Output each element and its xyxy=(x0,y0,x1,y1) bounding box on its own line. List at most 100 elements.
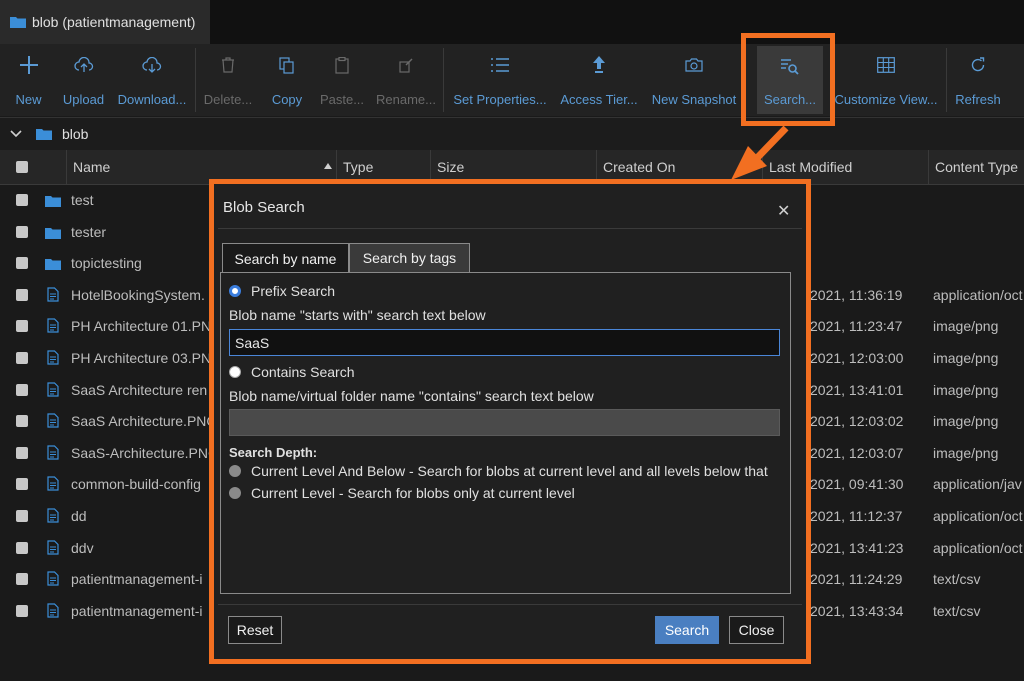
row-checkbox[interactable] xyxy=(16,288,28,301)
dialog-title: Blob Search xyxy=(223,199,305,216)
row-last-modified: 2021, 13:43:34 xyxy=(810,602,904,619)
grid-icon xyxy=(877,57,895,73)
select-all-checkbox[interactable] xyxy=(16,161,28,173)
file-icon xyxy=(47,508,59,523)
paste-button[interactable]: Paste... xyxy=(316,44,368,116)
cloud-upload-icon xyxy=(73,57,93,72)
row-name: SaaS-Architecture.PNG xyxy=(71,444,211,461)
prefix-search-label: Prefix Search xyxy=(251,283,336,299)
row-content-type: application/oct xyxy=(933,539,1023,556)
row-checkbox[interactable] xyxy=(16,383,28,396)
contains-search-radio[interactable] xyxy=(229,366,241,378)
breadcrumb-folder[interactable]: blob xyxy=(62,126,88,142)
contains-search-label: Contains Search xyxy=(251,364,355,380)
tab-search-by-name[interactable]: Search by name xyxy=(222,243,349,273)
row-checkbox[interactable] xyxy=(16,446,28,459)
row-last-modified: 2021, 12:03:07 xyxy=(810,444,904,461)
reset-button[interactable]: Reset xyxy=(228,616,282,644)
folder-open-icon xyxy=(36,128,52,140)
row-checkbox[interactable] xyxy=(16,478,28,491)
row-content-type: application/oct xyxy=(933,286,1023,303)
depth-current-label: Current Level - Search for blobs only at… xyxy=(251,485,575,501)
column-content-type[interactable]: Content Type xyxy=(928,150,1024,184)
contains-search-description: Blob name/virtual folder name "contains"… xyxy=(229,388,594,404)
row-last-modified: 2021, 11:36:19 xyxy=(810,286,903,303)
prefix-search-input[interactable] xyxy=(229,329,780,356)
file-icon xyxy=(47,476,59,491)
search-submit-button[interactable]: Search xyxy=(655,616,719,644)
row-last-modified: 2021, 11:12:37 xyxy=(810,508,903,524)
row-last-modified: 2021, 12:03:00 xyxy=(810,350,904,366)
clipboard-icon xyxy=(335,56,349,74)
row-name: HotelBookingSystem. xyxy=(71,286,205,303)
row-content-type: text/csv xyxy=(933,571,981,588)
folder-icon xyxy=(45,227,61,239)
row-checkbox[interactable] xyxy=(16,257,28,270)
row-checkbox[interactable] xyxy=(16,352,28,364)
row-checkbox[interactable] xyxy=(16,320,28,333)
depth-current-radio[interactable] xyxy=(229,487,241,499)
divider xyxy=(218,604,802,605)
row-last-modified: 2021, 11:24:29 xyxy=(810,571,903,588)
cloud-download-icon xyxy=(142,57,162,73)
file-icon xyxy=(47,350,59,365)
trash-icon xyxy=(222,57,234,73)
search-button-highlight xyxy=(741,33,835,126)
row-name: PH Architecture 01.PN xyxy=(71,318,211,335)
arrow-up-icon xyxy=(593,56,605,73)
depth-below-label: Current Level And Below - Search for blo… xyxy=(251,463,768,479)
row-checkbox[interactable] xyxy=(16,573,28,586)
rename-button[interactable]: Rename... xyxy=(372,44,440,116)
search-depth-heading: Search Depth: xyxy=(229,445,318,460)
file-icon xyxy=(47,287,59,302)
contains-search-input[interactable] xyxy=(229,409,780,436)
close-button[interactable]: Close xyxy=(729,616,784,644)
row-last-modified: 2021, 13:41:01 xyxy=(810,381,904,398)
row-name: dd xyxy=(71,508,87,524)
tab-title: blob (patientmanagement) xyxy=(32,14,196,30)
row-checkbox[interactable] xyxy=(16,541,28,554)
camera-icon xyxy=(685,58,703,72)
file-icon xyxy=(47,571,59,586)
upload-button[interactable]: Upload xyxy=(57,44,110,116)
explorer-tab[interactable]: blob (patientmanagement) xyxy=(0,0,210,44)
access-tier-button[interactable]: Access Tier... xyxy=(556,44,642,116)
row-checkbox[interactable] xyxy=(16,194,28,206)
file-icon xyxy=(47,603,59,618)
close-icon[interactable]: ✕ xyxy=(777,201,790,221)
row-name: SaaS Architecture ren xyxy=(71,381,208,398)
row-checkbox[interactable] xyxy=(16,510,28,522)
file-icon xyxy=(47,318,59,333)
row-last-modified: 2021, 09:41:30 xyxy=(810,476,904,493)
customize-view-button[interactable]: Customize View... xyxy=(830,44,942,116)
copy-button[interactable]: Copy xyxy=(262,44,312,116)
row-name: tester xyxy=(71,223,107,240)
row-checkbox[interactable] xyxy=(16,225,28,238)
new-button[interactable]: New xyxy=(0,44,57,116)
prefix-search-radio[interactable] xyxy=(229,285,241,297)
chevron-down-icon[interactable] xyxy=(10,130,22,138)
row-name: common-build-config xyxy=(71,476,201,493)
file-icon xyxy=(47,381,59,397)
tab-search-by-tags[interactable]: Search by tags xyxy=(349,243,470,273)
file-icon xyxy=(47,445,59,460)
prefix-search-description: Blob name "starts with" search text belo… xyxy=(229,307,486,323)
depth-below-radio[interactable] xyxy=(229,465,241,477)
row-content-type: image/png xyxy=(933,413,999,430)
row-checkbox[interactable] xyxy=(16,415,28,428)
new-snapshot-button[interactable]: New Snapshot xyxy=(648,44,740,116)
set-properties-button[interactable]: Set Properties... xyxy=(448,44,552,116)
tab-bar: blob (patientmanagement) xyxy=(0,0,1024,44)
refresh-button[interactable]: Refresh xyxy=(950,44,1006,116)
row-name: topictesting xyxy=(71,255,142,272)
delete-button[interactable]: Delete... xyxy=(199,44,257,116)
row-checkbox[interactable] xyxy=(16,604,28,617)
file-icon xyxy=(47,413,59,428)
list-icon xyxy=(491,58,509,72)
copy-icon xyxy=(279,56,294,74)
row-last-modified: 2021, 11:23:47 xyxy=(810,318,903,335)
sort-asc-icon xyxy=(324,163,332,169)
download-button[interactable]: Download... xyxy=(114,44,190,116)
row-content-type: text/csv xyxy=(933,602,981,619)
row-last-modified: 2021, 13:41:23 xyxy=(810,539,904,556)
